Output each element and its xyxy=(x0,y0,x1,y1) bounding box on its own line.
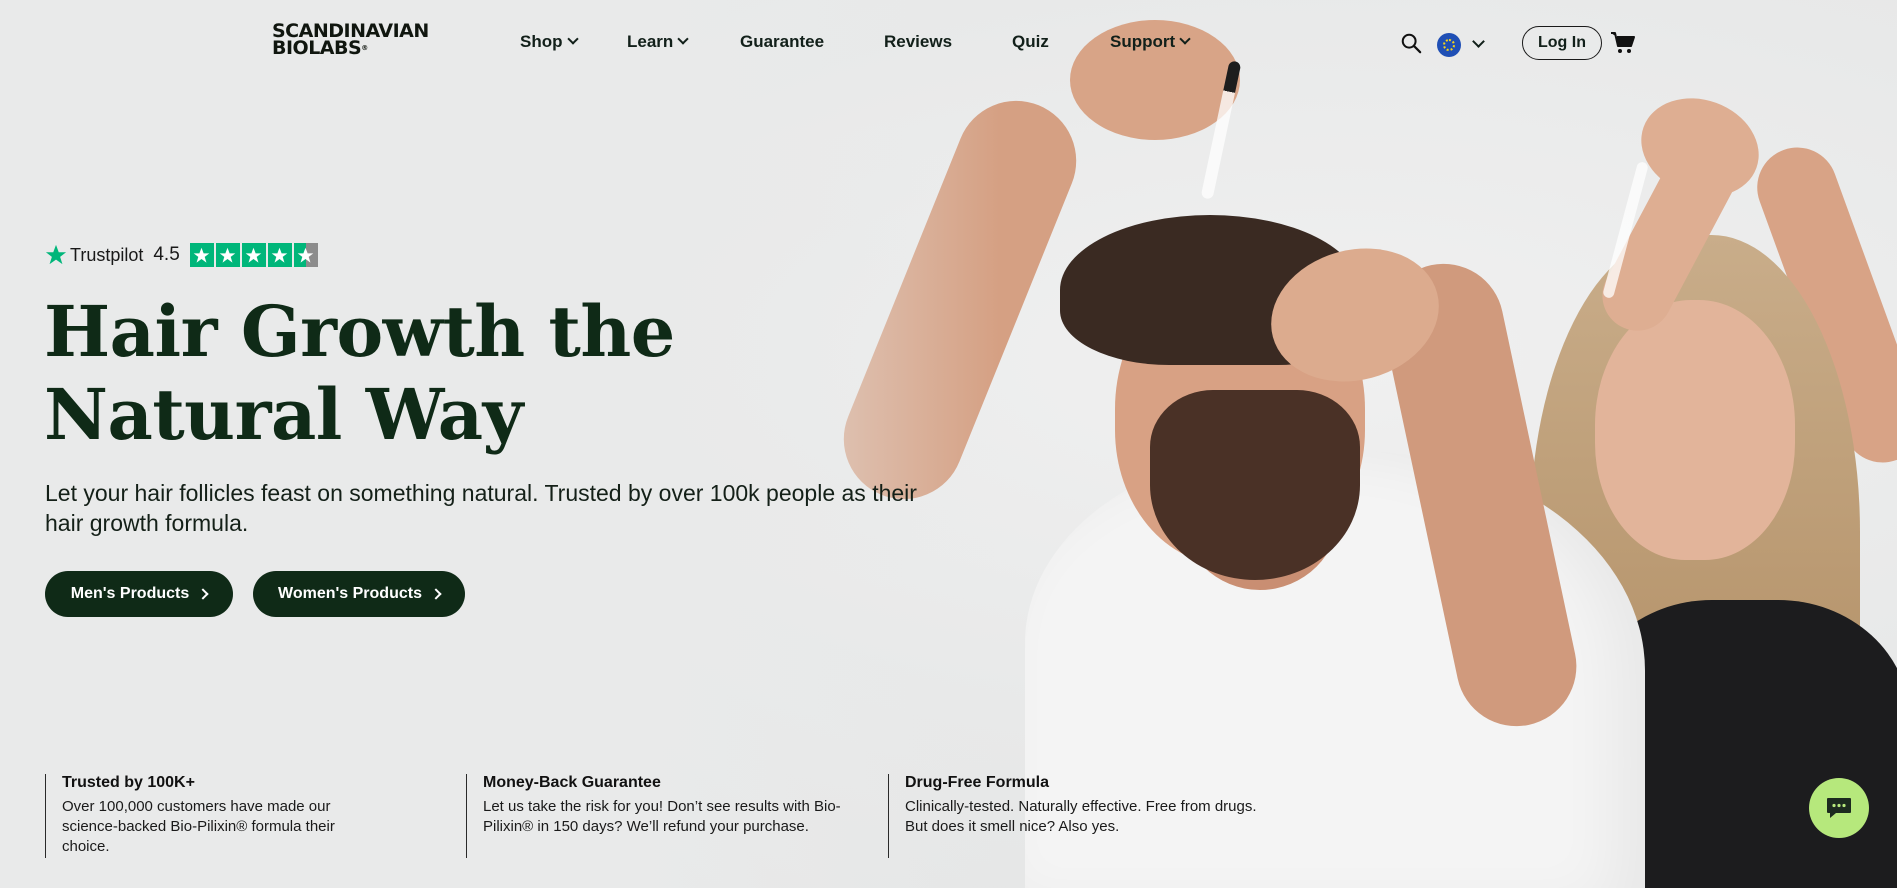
nav-label: Shop xyxy=(520,32,563,51)
trustpilot-rating[interactable]: Trustpilot 4.5 xyxy=(45,242,318,268)
nav-label: Learn xyxy=(627,32,674,51)
feature-text: Clinically-tested. Naturally effective. … xyxy=(905,798,1257,835)
star-icon xyxy=(189,243,214,267)
chevron-down-icon xyxy=(566,33,579,45)
feature-title: Money-Back Guarantee xyxy=(483,774,661,791)
chat-button[interactable] xyxy=(1809,778,1869,838)
site-header: SCANDINAVIAN BIOLABS® Shop Learn Guarant… xyxy=(0,2,1897,84)
nav-label: Guarantee xyxy=(740,32,825,51)
nav-item-guarantee[interactable]: Guarantee xyxy=(740,32,824,52)
mens-products-button[interactable]: Men's Products xyxy=(45,571,233,617)
nav-label: Quiz xyxy=(1012,32,1049,51)
nav-item-learn[interactable]: Learn xyxy=(627,32,689,52)
feature-drug-free: Drug-Free Formula Clinically-tested. Nat… xyxy=(888,774,1268,858)
feature-title: Trusted by 100K+ xyxy=(62,774,195,791)
chevron-right-icon xyxy=(197,588,209,600)
nav-item-support[interactable]: Support xyxy=(1110,32,1191,52)
button-label: Women's Products xyxy=(278,585,422,602)
eu-flag-icon[interactable] xyxy=(1437,33,1461,57)
chevron-down-icon xyxy=(1179,33,1191,45)
hero-title: Hair Growth the Natural Way xyxy=(44,290,675,456)
nav-item-shop[interactable]: Shop xyxy=(520,32,579,52)
search-icon[interactable] xyxy=(1400,32,1422,54)
nav-item-quiz[interactable]: Quiz xyxy=(1012,32,1049,52)
nav-label: Reviews xyxy=(884,32,953,51)
feature-text: Let us take the risk for you! Don’t see … xyxy=(483,798,841,835)
feature-text: Over 100,000 customers have made our sci… xyxy=(62,798,335,855)
logo-line-2: BIOLABS® xyxy=(272,37,368,59)
chat-bubble-icon xyxy=(1827,798,1851,818)
feature-guarantee: Money-Back Guarantee Let us take the ris… xyxy=(466,774,846,858)
trustpilot-star-icon xyxy=(45,244,67,265)
feature-title: Drug-Free Formula xyxy=(905,774,1050,791)
trustpilot-stars xyxy=(189,243,318,267)
login-button[interactable]: Log In xyxy=(1522,26,1602,60)
nav-label: Support xyxy=(1110,32,1176,51)
star-icon xyxy=(267,243,292,267)
nav-item-reviews[interactable]: Reviews xyxy=(884,32,952,52)
star-icon xyxy=(215,243,240,267)
feature-trusted: Trusted by 100K+ Over 100,000 customers … xyxy=(45,774,385,858)
brand-logo[interactable]: SCANDINAVIAN BIOLABS® xyxy=(272,22,429,59)
trustpilot-score: 4.5 xyxy=(153,244,180,265)
chevron-right-icon xyxy=(430,588,442,600)
half-star-icon xyxy=(293,243,318,267)
star-icon xyxy=(241,243,266,267)
womens-products-button[interactable]: Women's Products xyxy=(253,571,465,617)
trustpilot-name: Trustpilot xyxy=(70,244,144,265)
chevron-down-icon xyxy=(677,33,689,45)
cart-icon[interactable] xyxy=(1610,31,1636,55)
hero-subtitle: Let your hair follicles feast on somethi… xyxy=(45,480,917,536)
button-label: Men's Products xyxy=(70,585,190,602)
chevron-down-icon[interactable] xyxy=(1472,35,1485,48)
